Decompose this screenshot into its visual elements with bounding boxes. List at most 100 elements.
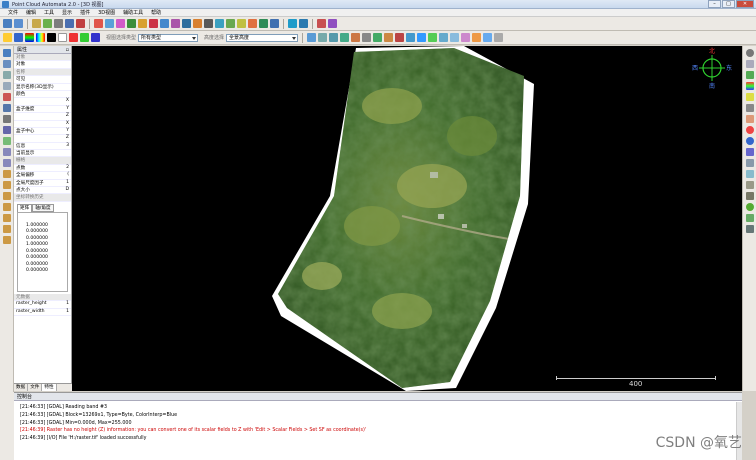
menu-help[interactable]: 帮助 [151, 9, 161, 16]
delete-icon[interactable] [76, 19, 85, 28]
view-back-icon[interactable] [2, 71, 11, 79]
table-icon[interactable] [745, 104, 754, 112]
menu-3d-view[interactable]: 3D视图 [98, 9, 115, 16]
color-icon[interactable] [116, 19, 125, 28]
blue-icon[interactable] [91, 33, 100, 42]
convert-icon[interactable] [288, 19, 297, 28]
tree-detect-icon[interactable] [745, 203, 754, 211]
menu-aux-tools[interactable]: 辅助工具 [123, 9, 143, 16]
no-icon[interactable] [745, 126, 754, 134]
light-icon[interactable] [461, 33, 471, 42]
check-icon[interactable] [428, 33, 438, 42]
layers-icon[interactable] [54, 19, 63, 28]
record-icon[interactable] [450, 33, 460, 42]
crop-icon[interactable] [373, 33, 383, 42]
menu-edit[interactable]: 编辑 [26, 9, 36, 16]
tab-axis-angle[interactable]: 轴/角度 [32, 203, 54, 212]
green-icon[interactable] [80, 33, 89, 42]
zoom-in-icon[interactable] [2, 148, 11, 156]
mls-icon[interactable] [328, 19, 337, 28]
bottle-icon[interactable] [745, 115, 754, 123]
colorscale-icon[interactable] [36, 33, 45, 42]
cut-icon[interactable] [395, 33, 405, 42]
pan-icon[interactable] [2, 137, 11, 145]
refresh-icon[interactable] [417, 33, 427, 42]
minimize-button[interactable]: – [708, 0, 721, 8]
gps-icon[interactable] [317, 19, 326, 28]
sample-icon[interactable] [94, 19, 103, 28]
tab-file[interactable]: 文件 [28, 384, 43, 391]
menu-file[interactable]: 文件 [8, 9, 18, 16]
rect-select-icon[interactable] [329, 33, 339, 42]
menu-plugins[interactable]: 插件 [80, 9, 90, 16]
cube-front-icon[interactable] [2, 170, 11, 178]
info-icon[interactable] [483, 33, 493, 42]
scalar-icon[interactable] [14, 33, 23, 42]
translate-icon[interactable] [65, 19, 74, 28]
export-icon[interactable] [299, 19, 308, 28]
maximize-button[interactable]: □ [722, 0, 735, 8]
iso-icon[interactable] [2, 126, 11, 134]
normals-icon[interactable] [105, 19, 114, 28]
view-left-icon[interactable] [2, 93, 11, 101]
align-icon[interactable] [160, 19, 169, 28]
orbit-icon[interactable] [745, 49, 754, 57]
layer-stack-icon[interactable] [745, 159, 754, 167]
select-icon[interactable] [307, 33, 317, 42]
white-bg-icon[interactable] [58, 33, 67, 42]
clone-icon[interactable] [32, 19, 41, 28]
tab-data[interactable]: 数据 [14, 384, 29, 391]
merge-icon[interactable] [43, 19, 52, 28]
cube-right-icon[interactable] [2, 203, 11, 211]
view-front-icon[interactable] [2, 60, 11, 68]
grid-toggle-icon[interactable] [745, 60, 754, 68]
contrast-icon[interactable] [745, 137, 754, 145]
pick-icon[interactable] [384, 33, 394, 42]
menu-display[interactable]: 显示 [62, 9, 72, 16]
red-icon[interactable] [69, 33, 78, 42]
settings-icon[interactable] [472, 33, 482, 42]
grid-icon[interactable] [237, 19, 246, 28]
tab-matrix[interactable]: 矩阵 [17, 203, 33, 212]
zoom-out-icon[interactable] [2, 159, 11, 167]
globe-icon[interactable] [362, 33, 372, 42]
rgb-icon[interactable] [25, 33, 34, 42]
forest-icon[interactable] [745, 214, 754, 222]
distance-icon[interactable] [182, 19, 191, 28]
chart-icon[interactable] [745, 192, 754, 200]
selection-type-select[interactable]: 所有类型 [138, 33, 199, 42]
open-icon[interactable] [3, 19, 12, 28]
view-top-icon[interactable] [2, 49, 11, 57]
csf-icon[interactable] [226, 19, 235, 28]
cube-bottom-icon[interactable] [2, 225, 11, 233]
yellow-layer-icon[interactable] [745, 93, 754, 101]
cube-iso-icon[interactable] [2, 236, 11, 244]
pin-icon[interactable]: ▫ [66, 46, 69, 54]
menu-tools[interactable]: 工具 [44, 9, 54, 16]
mesh-icon[interactable] [138, 19, 147, 28]
pointer-icon[interactable] [745, 170, 754, 178]
save-icon[interactable] [14, 19, 23, 28]
filter-icon[interactable] [127, 19, 136, 28]
black-bg-icon[interactable] [47, 33, 56, 42]
tab-properties[interactable]: 特性 [42, 384, 57, 391]
rgb-layer-icon[interactable] [745, 82, 754, 90]
fit-icon[interactable] [406, 33, 416, 42]
help-icon[interactable] [494, 33, 504, 42]
camera-icon[interactable] [439, 33, 449, 42]
3d-viewport[interactable]: 北 南 西 东 400 [72, 46, 742, 391]
segment-icon[interactable] [149, 19, 158, 28]
tree-icon[interactable] [259, 19, 268, 28]
close-button[interactable]: ✕ [736, 0, 754, 8]
plane-icon[interactable] [215, 19, 224, 28]
building-icon[interactable] [270, 19, 279, 28]
height-select[interactable]: 全景高度 [226, 33, 299, 42]
measure-icon[interactable] [351, 33, 361, 42]
sor-icon[interactable] [193, 19, 202, 28]
noise-icon[interactable] [204, 19, 213, 28]
sun-icon[interactable] [3, 33, 12, 42]
rotate-icon[interactable] [2, 82, 11, 90]
cube-back-icon[interactable] [2, 181, 11, 189]
profile-icon[interactable] [745, 181, 754, 189]
lasso-icon[interactable] [318, 33, 328, 42]
